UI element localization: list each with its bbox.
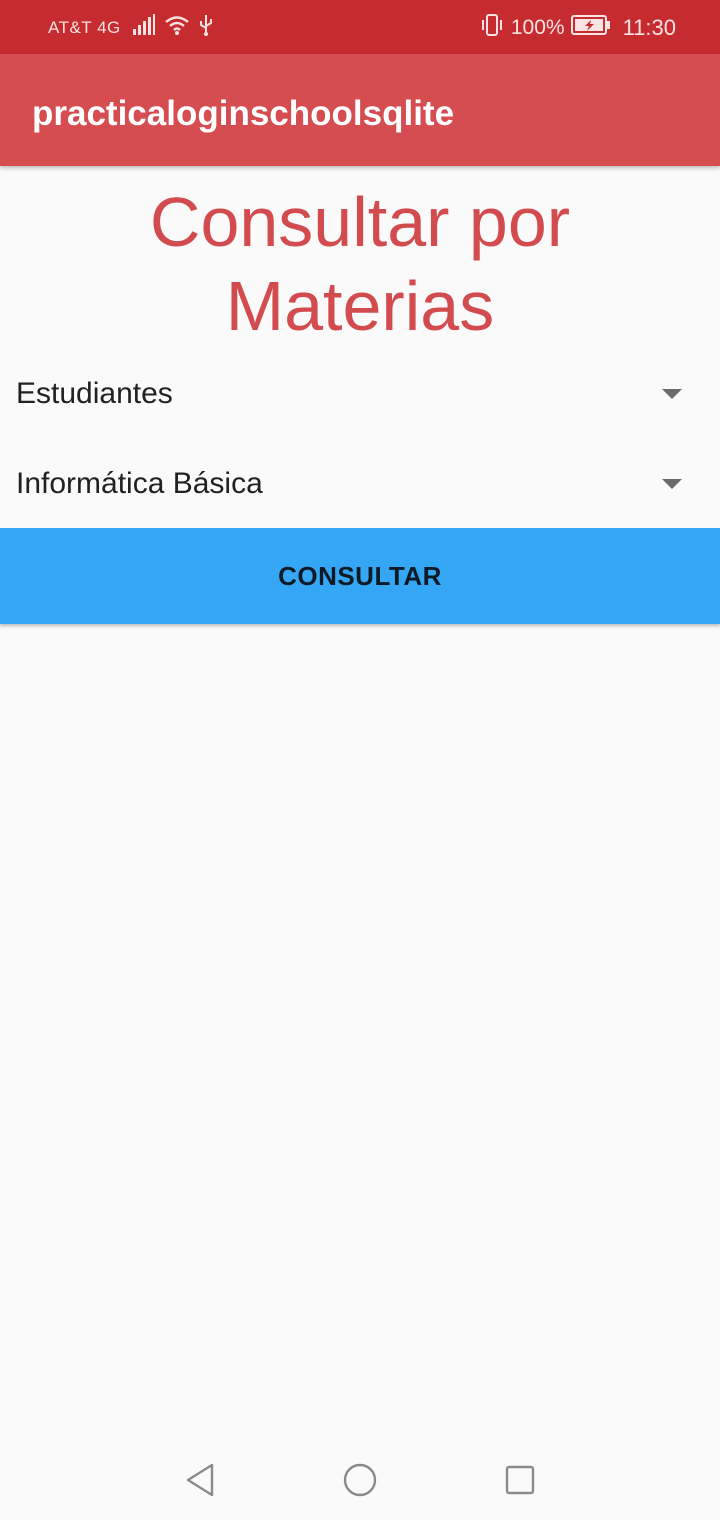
battery-percent: 100% <box>510 16 565 39</box>
carrier-label: AT&T 4G <box>48 18 121 37</box>
clock: 11:30 <box>622 15 676 40</box>
app-bar: practicaloginschoolsqlite <box>0 54 720 166</box>
consult-button-label: CONSULTAR <box>278 560 442 591</box>
vibrate-icon <box>479 13 505 43</box>
app-title: practicaloginschoolsqlite <box>32 94 455 133</box>
signal-icon <box>132 13 156 41</box>
consult-button[interactable]: CONSULTAR <box>0 528 720 624</box>
usb-icon <box>198 13 214 42</box>
status-icons-right: 100% 11:30 <box>479 14 676 42</box>
back-icon[interactable] <box>180 1460 220 1500</box>
students-dropdown[interactable]: Estudiantes <box>0 355 720 435</box>
home-icon[interactable] <box>340 1460 380 1500</box>
subject-dropdown[interactable]: Informática Básica <box>0 445 720 525</box>
status-icons-left <box>132 13 214 42</box>
page-title-line-1: Consultar por <box>149 183 571 261</box>
battery-charging-icon <box>570 14 611 42</box>
wifi-icon <box>164 14 190 41</box>
status-bar: AT&T 4G 100% 11:30 <box>0 0 720 54</box>
dropdown-arrow-icon <box>662 389 682 399</box>
subject-dropdown-value: Informática Básica <box>16 467 263 500</box>
dropdown-arrow-icon <box>662 479 682 489</box>
page-title: Consultar por Materias <box>0 180 720 348</box>
recents-icon[interactable] <box>500 1460 540 1500</box>
students-dropdown-value: Estudiantes <box>16 377 173 410</box>
page-title-line-2: Materias <box>225 267 495 345</box>
navigation-bar <box>0 1440 720 1520</box>
